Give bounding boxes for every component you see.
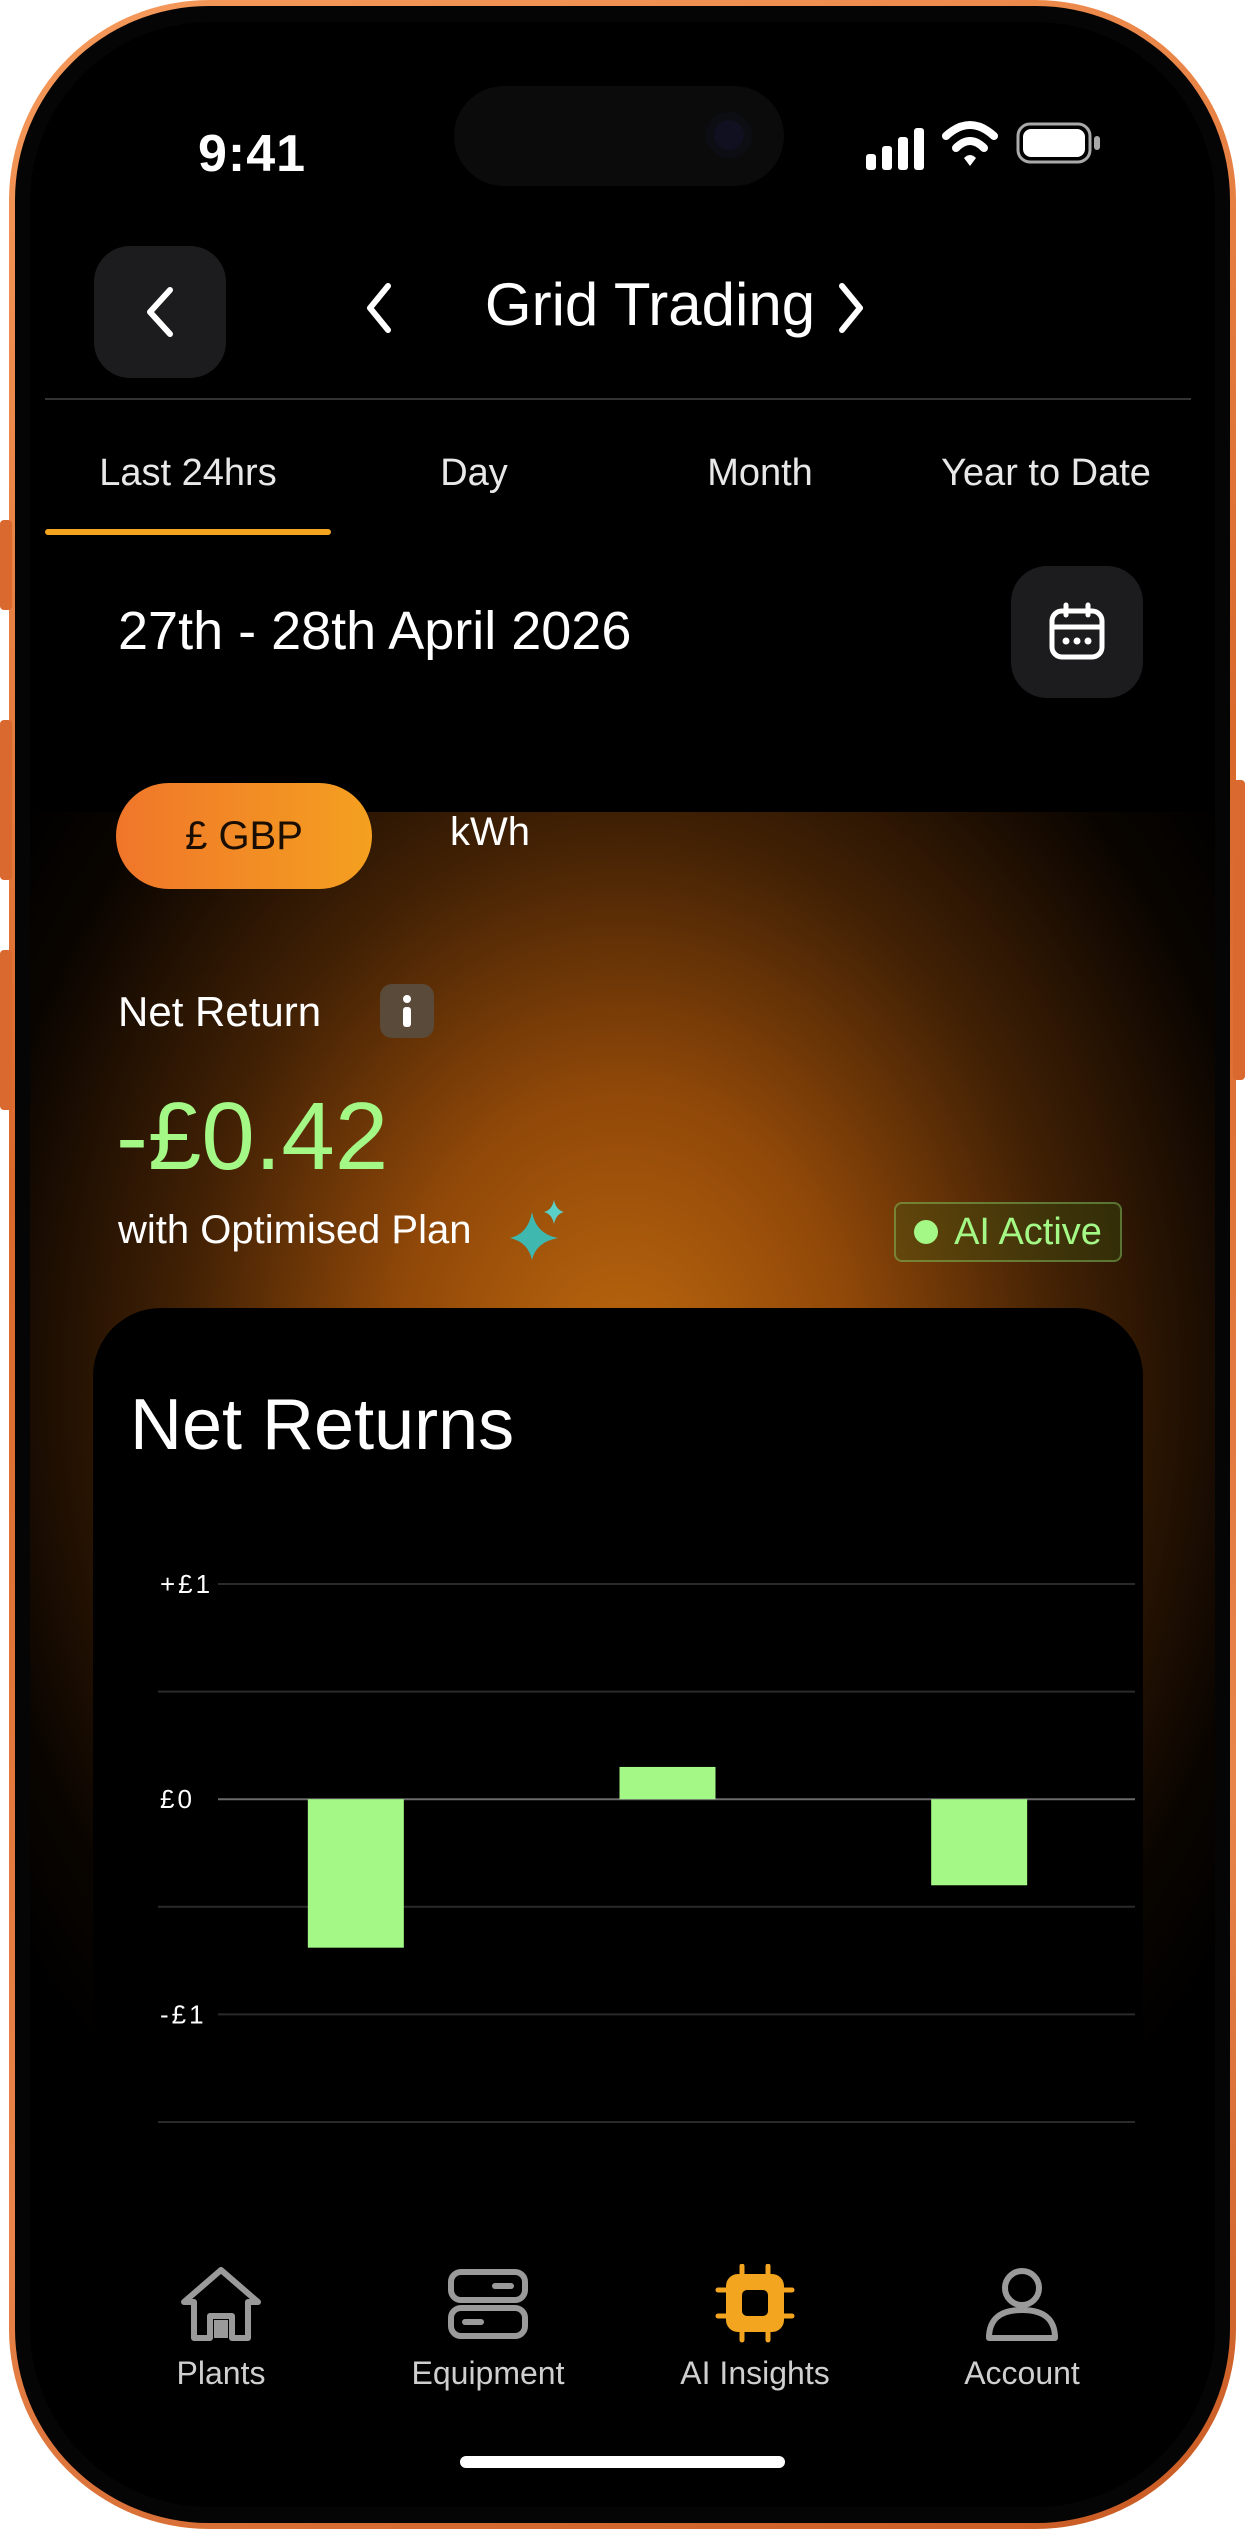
nav-label-account: Account [964, 2355, 1080, 2391]
tab-last-24hrs[interactable]: Last 24hrs [45, 452, 331, 495]
volume-up-button [0, 720, 12, 880]
user-icon [986, 2268, 1058, 2341]
app-screen: 9:41 Grid Trading Last 24hrs Day Month Y… [30, 22, 1215, 2507]
back-button[interactable] [94, 246, 226, 378]
tab-day[interactable]: Day [331, 452, 617, 495]
net-return-label: Net Return [118, 988, 322, 1035]
home-indicator[interactable] [460, 2456, 785, 2468]
y-tick-label: -£1 [160, 1999, 207, 2029]
equipment-icon [448, 2269, 528, 2339]
info-glyph [403, 995, 411, 1027]
header-divider [45, 398, 1191, 400]
calendar-button[interactable] [1011, 566, 1143, 698]
net-return-value: -£0.42 [116, 1083, 389, 1190]
active-tab-indicator [45, 529, 331, 535]
gbp-toggle-button[interactable]: £ GBP [116, 783, 372, 889]
silent-switch [0, 520, 12, 610]
nav-label-plants: Plants [176, 2355, 266, 2391]
net-returns-chart: +£1 £0 -£1 [156, 1564, 1135, 2123]
nav-label-ai-insights: AI Insights [680, 2355, 830, 2391]
page-title: Grid Trading [484, 271, 816, 338]
chevron-left-icon [147, 287, 173, 337]
status-time: 9:41 [198, 125, 307, 183]
chart-bar-2[interactable] [619, 1766, 716, 1800]
previous-page-button[interactable] [360, 280, 400, 336]
ai-status-dot [914, 1220, 939, 1244]
kwh-toggle-button[interactable]: kWh [450, 810, 530, 855]
period-tabs: Last 24hrs Day Month Year to Date [45, 452, 1191, 532]
tab-year-to-date[interactable]: Year to Date [903, 452, 1189, 495]
nav-label-equipment: Equipment [411, 2355, 565, 2391]
chart-bar-3[interactable] [931, 1799, 1028, 1886]
optimised-plan-text: with Optimised Plan [118, 1208, 472, 1252]
ai-active-badge: AI Active [894, 1202, 1122, 1262]
nav-item-equipment[interactable]: Equipment [388, 2264, 588, 2392]
nav-item-plants[interactable]: Plants [121, 2264, 321, 2392]
nav-item-ai-insights[interactable]: AI Insights [655, 2263, 855, 2392]
date-range: 27th - 28th April 2026 [118, 601, 632, 661]
front-camera [706, 112, 752, 158]
tab-month[interactable]: Month [617, 452, 903, 495]
sparkle-icon [510, 1200, 564, 1260]
home-icon [181, 2267, 261, 2341]
wifi-icon [942, 121, 998, 166]
ai-badge-label: AI Active [954, 1210, 1102, 1253]
power-button [1233, 780, 1245, 1080]
signal-icon [866, 128, 924, 170]
chart-bar-1[interactable] [307, 1799, 404, 1948]
card-title: Net Returns [130, 1385, 515, 1465]
info-icon[interactable] [380, 984, 434, 1038]
next-page-button[interactable] [830, 280, 870, 336]
calendar-icon [1049, 602, 1105, 660]
volume-down-button [0, 950, 12, 1110]
y-tick-label: £0 [160, 1784, 195, 1814]
chip-icon [715, 2263, 795, 2343]
battery-icon [1016, 122, 1100, 164]
nav-item-account[interactable]: Account [922, 2264, 1122, 2392]
y-tick-label: +£1 [160, 1569, 213, 1599]
